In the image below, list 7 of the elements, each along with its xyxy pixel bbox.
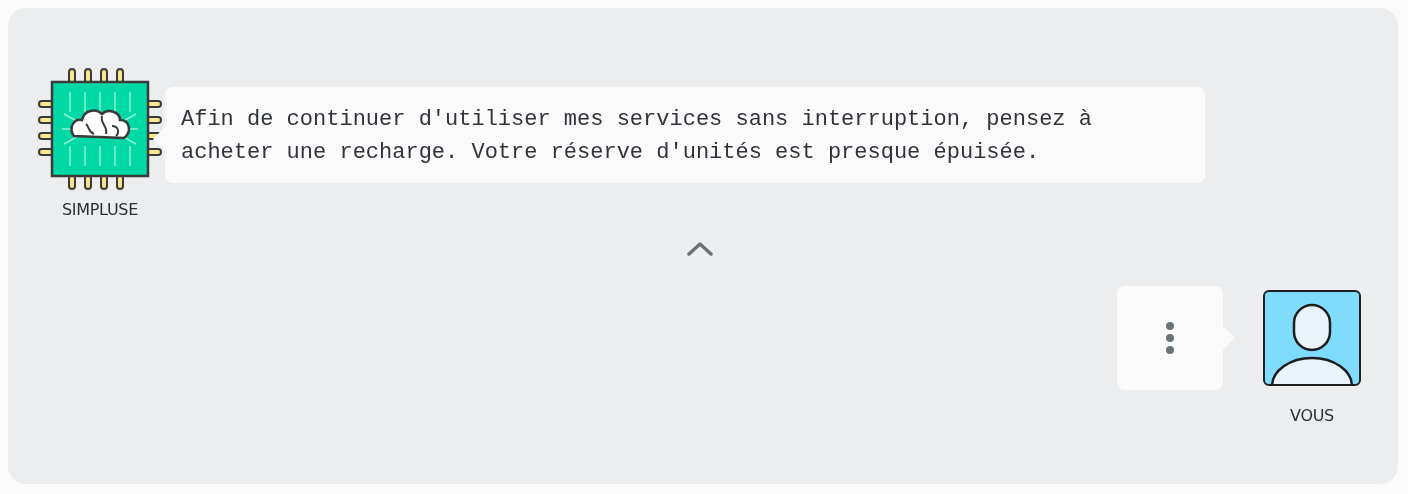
chip-brain-icon	[38, 68, 162, 190]
user-avatar-icon	[1263, 290, 1361, 386]
typing-dots-icon	[1166, 322, 1174, 354]
message-text: Afin de continuer d'utiliser mes services sans interruption, pensez à acheter une recharge. Votre réserve d'unités est presque épuisée.	[181, 107, 1092, 165]
author-name: VOUS	[1290, 406, 1334, 425]
chevron-up-icon[interactable]	[686, 241, 713, 256]
author-name: SIMPLUSE	[62, 200, 138, 219]
